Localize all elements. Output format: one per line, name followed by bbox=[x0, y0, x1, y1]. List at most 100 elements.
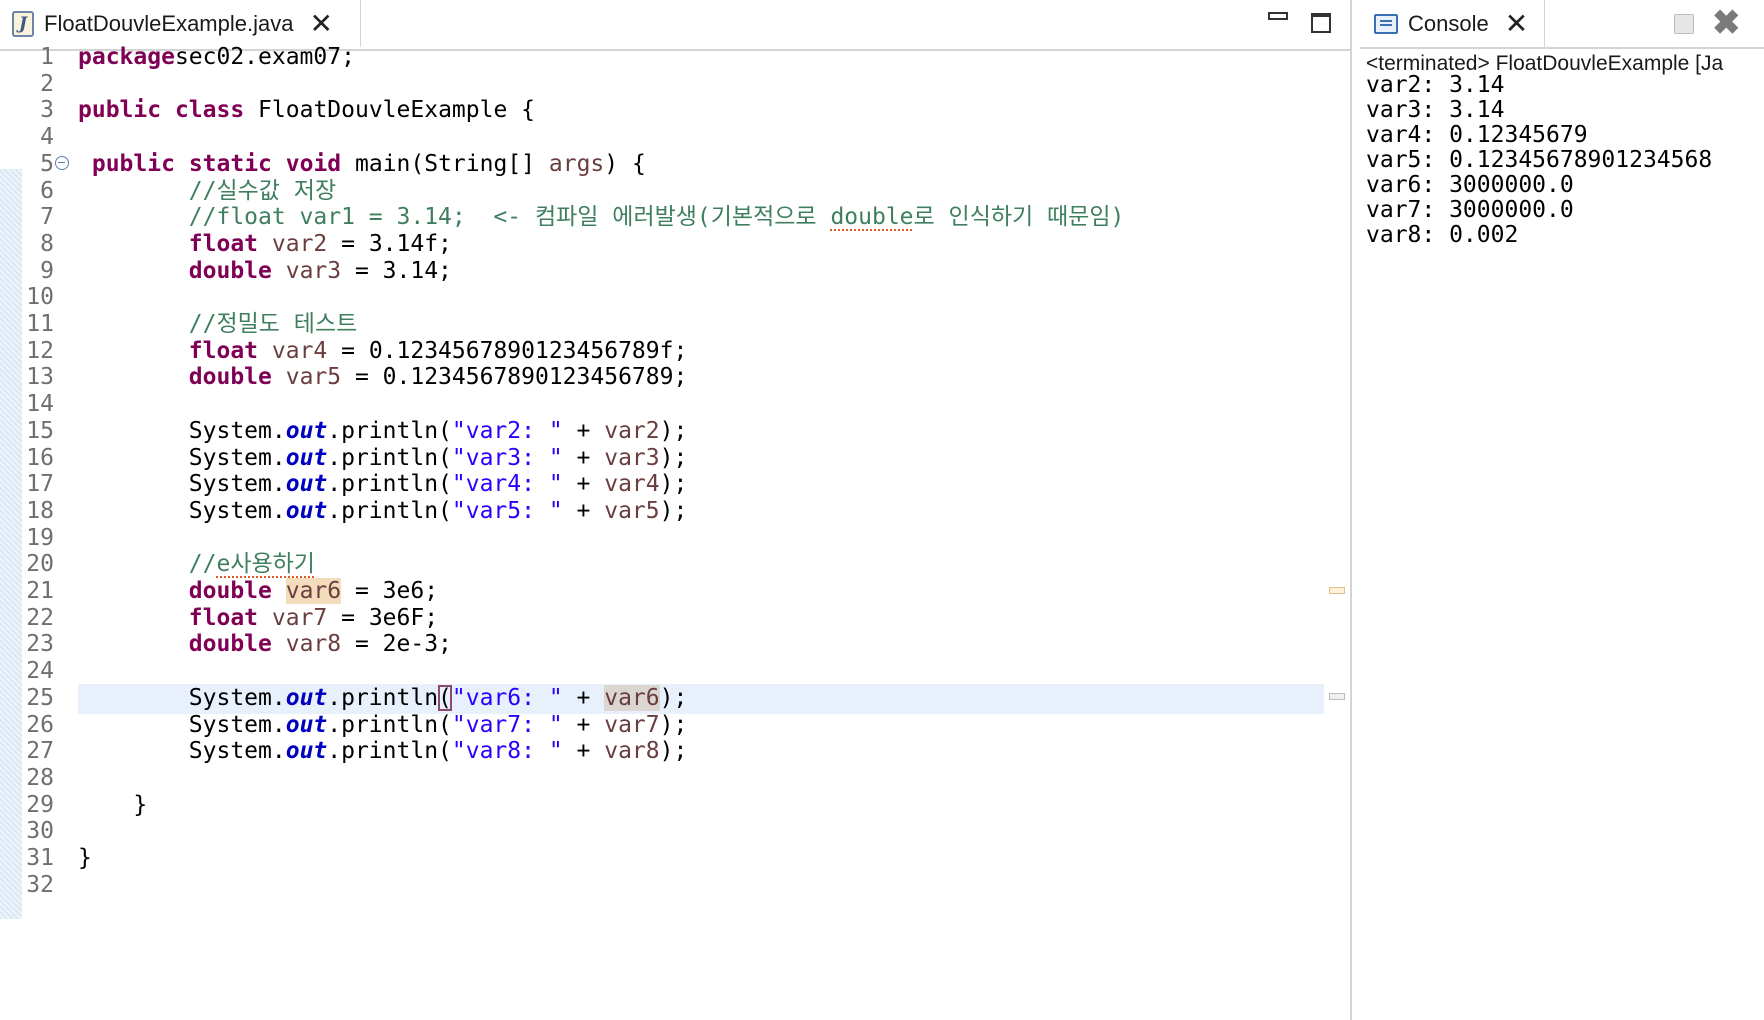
tab-floatdouvleexample-java[interactable]: J FloatDouvleExample.java ✕ bbox=[0, 0, 361, 47]
current-line-marker[interactable] bbox=[1329, 693, 1345, 700]
code-token: out bbox=[285, 444, 328, 471]
code-line[interactable]: 29 } bbox=[0, 790, 1350, 820]
line-number: 23 bbox=[26, 631, 54, 658]
code-token: var3 bbox=[285, 257, 342, 284]
code-line[interactable]: 24 bbox=[0, 656, 1350, 686]
code-text: System.out.println("var3: " + var3); bbox=[78, 443, 688, 473]
code-line[interactable]: 6 //실수값 저장 bbox=[0, 176, 1350, 206]
code-token: args bbox=[548, 150, 605, 177]
line-number: 7 bbox=[40, 204, 54, 231]
code-line[interactable]: 11 //정밀도 테스트 bbox=[0, 309, 1350, 339]
code-token: sec02.exam07; bbox=[174, 44, 355, 70]
code-token: "var8: " bbox=[451, 738, 563, 765]
code-line[interactable]: 4 bbox=[0, 122, 1350, 152]
code-line[interactable]: 25 System.out.println("var6: " + var6); bbox=[0, 683, 1350, 713]
code-line[interactable]: 28 bbox=[0, 763, 1350, 793]
code-line[interactable]: 27 System.out.println("var8: " + var8); bbox=[0, 736, 1350, 766]
code-token: + bbox=[562, 711, 605, 738]
pane-divider[interactable] bbox=[1350, 0, 1360, 1020]
code-token: void bbox=[285, 150, 342, 177]
code-text: System.out.println("var7: " + var7); bbox=[78, 710, 688, 740]
code-text: System.out.println("var5: " + var5); bbox=[78, 496, 688, 526]
line-number: 14 bbox=[26, 391, 54, 418]
code-token: var3 bbox=[604, 444, 660, 471]
code-token: ); bbox=[659, 684, 688, 711]
code-token: ( bbox=[438, 684, 452, 711]
code-editor[interactable]: 1 packagesec02.exam07; 2 3 public class Floa… bbox=[0, 44, 1350, 1020]
code-line[interactable]: 26 System.out.println("var7: " + var7); bbox=[0, 710, 1350, 740]
code-token: float bbox=[188, 230, 259, 257]
console-output-line: var2: 3.14 bbox=[1366, 72, 1505, 98]
code-token: System. bbox=[78, 444, 286, 471]
code-line[interactable]: 21 double var6 = 3e6; bbox=[0, 576, 1350, 606]
code-line[interactable]: 22 float var7 = 3e6F; bbox=[0, 603, 1350, 633]
code-line[interactable]: 13 double var5 = 0.1234567890123456789; bbox=[0, 362, 1350, 392]
code-line[interactable]: 1 packagesec02.exam07; bbox=[0, 42, 1350, 72]
code-text: //e사용하기 bbox=[78, 549, 315, 579]
code-line[interactable]: 9 double var3 = 3.14; bbox=[0, 256, 1350, 286]
code-line[interactable]: 12 float var4 = 0.1234567890123456789f; bbox=[0, 336, 1350, 366]
code-line[interactable]: 15 System.out.println("var2: " + var2); bbox=[0, 416, 1350, 446]
line-number: 4 bbox=[40, 124, 54, 151]
code-token: ); bbox=[659, 711, 688, 738]
code-line[interactable]: 20 //e사용하기 bbox=[0, 549, 1350, 579]
code-text: System.out.println("var2: " + var2); bbox=[78, 416, 688, 446]
code-line[interactable]: 10 bbox=[0, 282, 1350, 312]
code-token: double bbox=[188, 257, 272, 284]
tab-label: Console bbox=[1408, 10, 1489, 36]
code-line[interactable]: 19 bbox=[0, 523, 1350, 553]
fold-collapse-icon[interactable] bbox=[55, 155, 69, 170]
remove-launch-icon[interactable]: ✖ bbox=[1712, 6, 1741, 40]
code-token: double bbox=[188, 631, 272, 658]
code-line[interactable]: 2 bbox=[0, 69, 1350, 99]
line-number: 2 bbox=[40, 70, 54, 97]
code-token: e사용하기 bbox=[216, 551, 315, 578]
code-line[interactable]: 23 double var8 = 2e-3; bbox=[0, 629, 1350, 659]
minimize-icon[interactable] bbox=[1268, 12, 1288, 20]
code-token: = 2e-3; bbox=[341, 631, 452, 658]
code-token: static bbox=[188, 150, 272, 177]
code-line[interactable]: 18 System.out.println("var5: " + var5); bbox=[0, 496, 1350, 526]
line-number: 32 bbox=[26, 871, 54, 898]
code-line[interactable]: 8 float var2 = 3.14f; bbox=[0, 229, 1350, 259]
editor-pane: J FloatDouvleExample.java ✕ 1 packagesec0… bbox=[0, 0, 1350, 1020]
code-line[interactable]: 32 bbox=[0, 870, 1350, 900]
tab-console[interactable]: Console ✕ bbox=[1360, 0, 1545, 47]
code-line[interactable]: 3 public class FloatDouvleExample { bbox=[0, 95, 1350, 125]
code-line[interactable]: 14 bbox=[0, 389, 1350, 419]
code-text: public class FloatDouvleExample { bbox=[78, 95, 535, 125]
line-number: 26 bbox=[26, 711, 54, 738]
code-token: var6 bbox=[285, 578, 342, 604]
code-token: = 3.14; bbox=[341, 257, 452, 284]
occurrence-marker[interactable] bbox=[1329, 587, 1345, 594]
terminate-icon[interactable] bbox=[1674, 14, 1694, 34]
code-token: var2 bbox=[271, 230, 328, 257]
code-line[interactable]: 7 //float var1 = 3.14; <- 컴파일 에러발생(기본적으로… bbox=[0, 202, 1350, 232]
maximize-icon[interactable] bbox=[1311, 13, 1331, 33]
code-text: double var6 = 3e6; bbox=[78, 576, 438, 606]
code-text: System.out.println("var6: " + var6); bbox=[78, 683, 687, 713]
code-line[interactable]: 31} bbox=[0, 843, 1350, 873]
code-token: .println( bbox=[327, 471, 452, 498]
code-text: double var8 = 2e-3; bbox=[78, 629, 452, 659]
code-token: "var6: " bbox=[451, 684, 563, 711]
close-tab-icon[interactable]: ✕ bbox=[309, 9, 332, 38]
code-line[interactable]: 17 System.out.println("var4: " + var4); bbox=[0, 469, 1350, 499]
code-line[interactable]: 16 System.out.println("var3: " + var3); bbox=[0, 443, 1350, 473]
code-line[interactable]: 5 public static void main(String[] args)… bbox=[0, 149, 1350, 179]
code-token: .println( bbox=[327, 417, 452, 444]
line-number: 16 bbox=[26, 444, 54, 471]
code-token: out bbox=[285, 738, 328, 765]
code-line[interactable]: 30 bbox=[0, 816, 1350, 846]
code-token: System. bbox=[78, 471, 286, 498]
line-number: 29 bbox=[26, 791, 54, 818]
close-tab-icon[interactable]: ✕ bbox=[1505, 9, 1528, 38]
code-token: ) { bbox=[604, 150, 646, 177]
